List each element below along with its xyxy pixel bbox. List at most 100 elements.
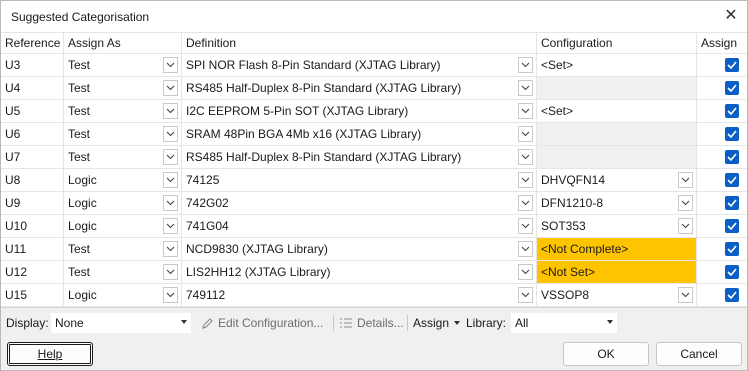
header-configuration[interactable]: Configuration	[537, 33, 697, 53]
configuration-cell[interactable]: DHVQFN14	[537, 169, 697, 191]
assign-checkbox[interactable]	[725, 288, 739, 302]
chevron-down-icon[interactable]	[163, 149, 178, 165]
header-reference[interactable]: Reference	[1, 33, 64, 53]
chevron-down-icon[interactable]	[518, 218, 533, 234]
configuration-cell[interactable]	[537, 123, 697, 145]
chevron-down-icon[interactable]	[518, 241, 533, 257]
checkmark-icon	[727, 245, 737, 253]
table-row[interactable]: U5 Test I2C EEPROM 5-Pin SOT (XJTAG Librar…	[1, 100, 747, 123]
assign-as-select[interactable]: Logic	[64, 169, 182, 191]
assign-checkbox[interactable]	[725, 219, 739, 233]
chevron-down-icon[interactable]	[163, 218, 178, 234]
edit-configuration-label: Edit Configuration...	[218, 316, 324, 330]
assign-checkbox[interactable]	[725, 173, 739, 187]
configuration-cell[interactable]: <Set>	[537, 100, 697, 122]
assign-as-select[interactable]: Test	[64, 100, 182, 122]
table-row[interactable]: U9 Logic 742G02 DFN1210-8	[1, 192, 747, 215]
table-row[interactable]: U3 Test SPI NOR Flash 8-Pin Standard (XJTA…	[1, 54, 747, 77]
close-icon[interactable]: ✕	[723, 8, 739, 24]
configuration-cell[interactable]	[537, 146, 697, 168]
chevron-down-icon[interactable]	[678, 172, 693, 188]
chevron-down-icon[interactable]	[163, 195, 178, 211]
assign-checkbox[interactable]	[725, 127, 739, 141]
definition-select[interactable]: 749112	[182, 284, 537, 306]
definition-select[interactable]: RS485 Half-Duplex 8-Pin Standard (XJTAG …	[182, 146, 537, 168]
ok-button[interactable]: OK	[563, 342, 649, 366]
assign-as-select[interactable]: Test	[64, 146, 182, 168]
chevron-down-icon[interactable]	[518, 287, 533, 303]
assign-checkbox[interactable]	[725, 150, 739, 164]
table-row[interactable]: U11 Test NCD9830 (XJTAG Library) <Not Compl…	[1, 238, 747, 261]
chevron-down-icon[interactable]	[518, 264, 533, 280]
configuration-cell[interactable]: <Set>	[537, 54, 697, 76]
assign-checkbox[interactable]	[725, 265, 739, 279]
configuration-cell[interactable]: VSSOP8	[537, 284, 697, 306]
chevron-down-icon[interactable]	[518, 172, 533, 188]
chevron-down-icon[interactable]	[163, 241, 178, 257]
configuration-cell[interactable]: DFN1210-8	[537, 192, 697, 214]
edit-configuration-button[interactable]: Edit Configuration...	[201, 313, 323, 333]
table-row[interactable]: U8 Logic 74125 DHVQFN14	[1, 169, 747, 192]
definition-select[interactable]: LIS2HH12 (XJTAG Library)	[182, 261, 537, 283]
table-row[interactable]: U4 Test RS485 Half-Duplex 8-Pin Standard (…	[1, 77, 747, 100]
assign-menu-button[interactable]: Assign	[413, 313, 461, 333]
chevron-down-icon[interactable]	[678, 218, 693, 234]
assign-checkbox[interactable]	[725, 81, 739, 95]
chevron-down-icon[interactable]	[518, 80, 533, 96]
configuration-cell[interactable]: <Not Set>	[537, 261, 697, 283]
chevron-down-icon[interactable]	[163, 264, 178, 280]
chevron-down-icon[interactable]	[678, 195, 693, 211]
header-assign[interactable]: Assign	[697, 33, 747, 53]
header-definition[interactable]: Definition	[182, 33, 537, 53]
chevron-down-icon[interactable]	[678, 287, 693, 303]
chevron-down-icon[interactable]	[163, 57, 178, 73]
cancel-button[interactable]: Cancel	[656, 342, 742, 366]
definition-select[interactable]: 741G04	[182, 215, 537, 237]
chevron-down-icon[interactable]	[163, 126, 178, 142]
assign-checkbox[interactable]	[725, 242, 739, 256]
definition-select[interactable]: 742G02	[182, 192, 537, 214]
table-row[interactable]: U12 Test LIS2HH12 (XJTAG Library) <Not Set>	[1, 261, 747, 284]
assign-as-select[interactable]: Test	[64, 261, 182, 283]
reference-cell: U9	[1, 192, 64, 214]
assign-checkbox[interactable]	[725, 196, 739, 210]
chevron-down-icon	[607, 320, 613, 324]
definition-select[interactable]: NCD9830 (XJTAG Library)	[182, 238, 537, 260]
assign-checkbox[interactable]	[725, 58, 739, 72]
chevron-down-icon[interactable]	[163, 172, 178, 188]
details-button[interactable]: Details...	[339, 313, 404, 333]
assign-as-select[interactable]: Test	[64, 54, 182, 76]
chevron-down-icon[interactable]	[518, 57, 533, 73]
configuration-cell[interactable]: <Not Complete>	[537, 238, 697, 260]
chevron-down-icon[interactable]	[518, 126, 533, 142]
definition-select[interactable]: 74125	[182, 169, 537, 191]
definition-select[interactable]: SPI NOR Flash 8-Pin Standard (XJTAG Libr…	[182, 54, 537, 76]
table-row[interactable]: U15 Logic 749112 VSSOP8	[1, 284, 747, 307]
assign-as-select[interactable]: Logic	[64, 284, 182, 306]
assign-as-select[interactable]: Logic	[64, 215, 182, 237]
table-row[interactable]: U6 Test SRAM 48Pin BGA 4Mb x16 (XJTAG Libr…	[1, 123, 747, 146]
definition-select[interactable]: I2C EEPROM 5-Pin SOT (XJTAG Library)	[182, 100, 537, 122]
chevron-down-icon[interactable]	[163, 287, 178, 303]
library-select[interactable]: All	[511, 313, 617, 333]
definition-select[interactable]: SRAM 48Pin BGA 4Mb x16 (XJTAG Library)	[182, 123, 537, 145]
assign-as-select[interactable]: Logic	[64, 192, 182, 214]
assign-as-select[interactable]: Test	[64, 77, 182, 99]
assign-as-select[interactable]: Test	[64, 123, 182, 145]
table-row[interactable]: U10 Logic 741G04 SOT353	[1, 215, 747, 238]
chevron-down-icon[interactable]	[163, 80, 178, 96]
help-label: Help	[37, 347, 63, 361]
table-row[interactable]: U7 Test RS485 Half-Duplex 8-Pin Standard (…	[1, 146, 747, 169]
configuration-cell[interactable]	[537, 77, 697, 99]
assign-checkbox[interactable]	[725, 104, 739, 118]
display-select[interactable]: None	[51, 313, 191, 333]
chevron-down-icon[interactable]	[518, 195, 533, 211]
chevron-down-icon[interactable]	[163, 103, 178, 119]
configuration-cell[interactable]: SOT353	[537, 215, 697, 237]
chevron-down-icon[interactable]	[518, 149, 533, 165]
chevron-down-icon[interactable]	[518, 103, 533, 119]
help-button[interactable]: Help	[7, 342, 93, 366]
assign-as-select[interactable]: Test	[64, 238, 182, 260]
definition-select[interactable]: RS485 Half-Duplex 8-Pin Standard (XJTAG …	[182, 77, 537, 99]
header-assign-as[interactable]: Assign As	[64, 33, 182, 53]
